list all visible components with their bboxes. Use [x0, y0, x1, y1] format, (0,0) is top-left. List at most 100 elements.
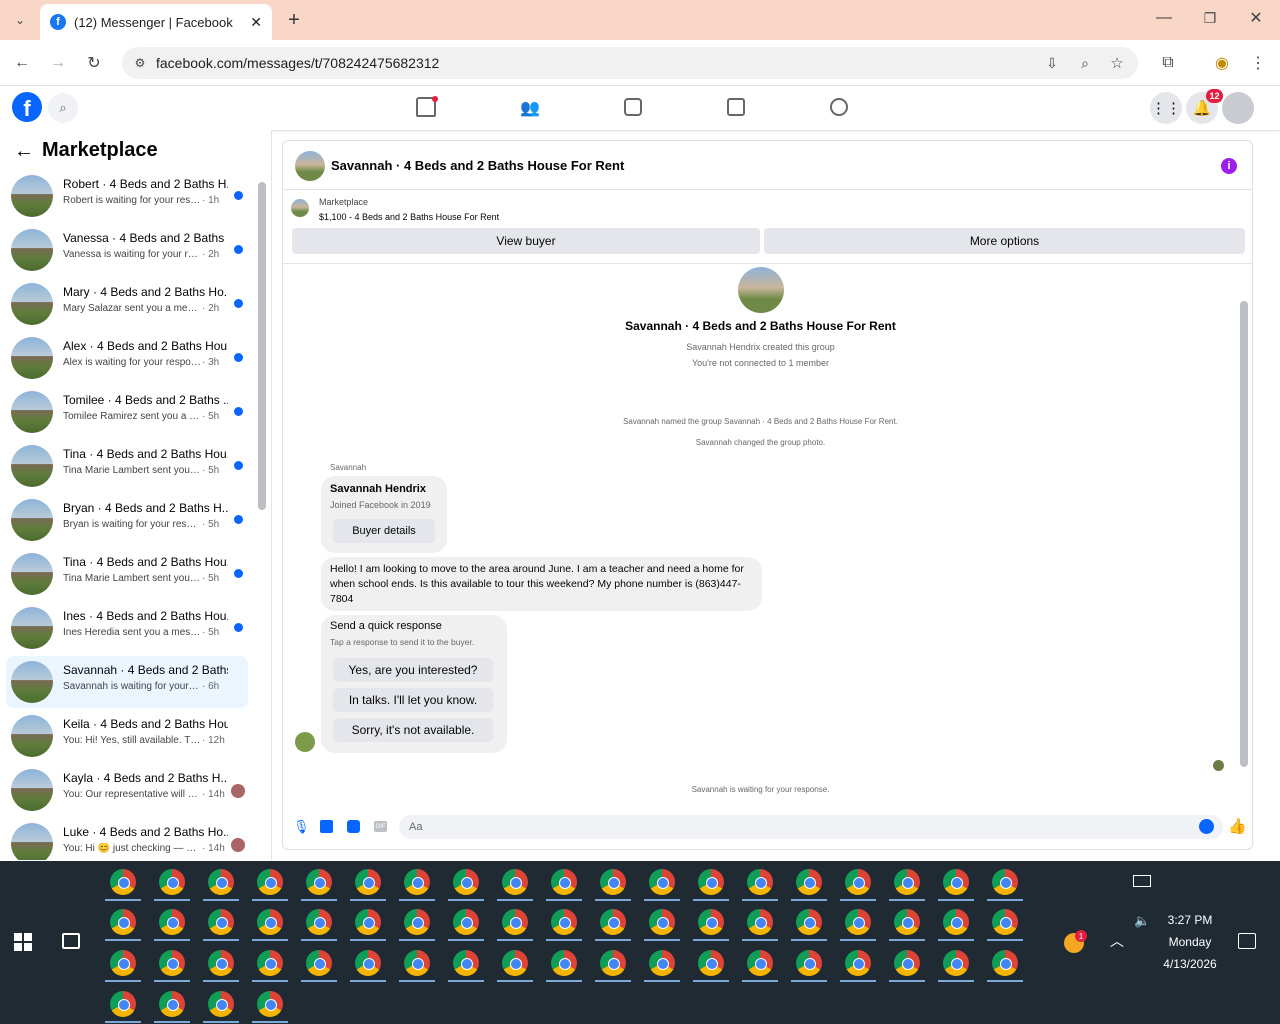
site-info-icon[interactable]: ⚙ — [132, 55, 148, 71]
taskbar-app-icon[interactable] — [649, 909, 675, 935]
tab-close-icon[interactable]: ✕ — [250, 14, 262, 31]
taskbar-app-icon[interactable] — [992, 869, 1018, 895]
listing-title[interactable]: $1,100 - 4 Beds and 2 Baths House For Re… — [319, 212, 499, 222]
taskbar-app-icon[interactable] — [306, 869, 332, 895]
search-icon[interactable]: ⌕ — [48, 93, 78, 123]
taskbar-app-icon[interactable] — [747, 869, 773, 895]
taskbar-app-icon[interactable] — [110, 991, 136, 1017]
taskbar-app-icon[interactable] — [159, 950, 185, 976]
quick-response-yes[interactable]: Yes, are you interested? — [333, 658, 493, 682]
view-buyer-button[interactable]: View buyer — [292, 228, 760, 254]
taskbar-app-icon[interactable] — [502, 909, 528, 935]
taskbar-app-icon[interactable] — [355, 869, 381, 895]
clock-day[interactable]: Monday — [1150, 935, 1230, 949]
forward-arrow-icon[interactable]: → — [46, 51, 70, 75]
back-arrow-icon[interactable]: ← — [14, 140, 34, 163]
volume-icon[interactable]: 🔈 — [1134, 913, 1150, 929]
conversation-item[interactable]: Robert · 4 Beds and 2 Baths H... Robert i… — [6, 170, 248, 222]
facebook-logo-icon[interactable]: f — [12, 92, 42, 122]
taskbar-app-icon[interactable] — [551, 950, 577, 976]
taskbar-app-icon[interactable] — [796, 869, 822, 895]
quick-response-not-available[interactable]: Sorry, it's not available. — [333, 718, 493, 742]
taskbar-app-icon[interactable] — [649, 950, 675, 976]
taskbar-app-icon[interactable] — [698, 869, 724, 895]
conversation-item[interactable]: Ines · 4 Beds and 2 Baths Hou... Ines Her… — [6, 602, 248, 654]
taskbar-app-icon[interactable] — [208, 909, 234, 935]
conversation-item[interactable]: Keila · 4 Beds and 2 Baths Hous... You: H… — [6, 710, 248, 762]
task-view-icon[interactable] — [62, 933, 80, 949]
friends-icon[interactable]: 👥 — [520, 98, 540, 117]
taskbar-app-icon[interactable] — [159, 991, 185, 1017]
quick-response-in-talks[interactable]: In talks. I'll let you know. — [333, 688, 493, 712]
photo-icon[interactable] — [320, 820, 333, 833]
new-tab-plus-icon[interactable]: + — [282, 8, 306, 32]
window-close-icon[interactable]: ✕ — [1244, 6, 1268, 30]
buyer-details-button[interactable]: Buyer details — [333, 519, 435, 543]
back-arrow-icon[interactable]: ← — [10, 51, 34, 75]
taskbar-app-icon[interactable] — [257, 869, 283, 895]
tab-list-chevron-icon[interactable]: ⌄ — [8, 8, 32, 32]
sidebar-scrollbar[interactable] — [258, 182, 266, 510]
conversation-item[interactable]: Tomilee · 4 Beds and 2 Baths ... Tomilee … — [6, 386, 248, 438]
zoom-icon[interactable]: ⌕ — [1075, 53, 1095, 73]
conversation-item[interactable]: Tina · 4 Beds and 2 Baths Hou... Tina Mar… — [6, 548, 248, 600]
clock-date[interactable]: 4/13/2026 — [1150, 957, 1230, 971]
taskbar-app-icon[interactable] — [992, 950, 1018, 976]
taskbar-app-icon[interactable] — [649, 869, 675, 895]
taskbar-app-icon[interactable] — [796, 909, 822, 935]
reload-icon[interactable]: ↻ — [82, 51, 106, 75]
browser-tab-messenger[interactable]: f (12) Messenger | Facebook ✕ — [40, 4, 272, 40]
extensions-puzzle-icon[interactable]: ⧉ — [1156, 51, 1180, 75]
taskbar-app-icon[interactable] — [110, 869, 136, 895]
browser-menu-icon[interactable]: ⋮ — [1246, 51, 1270, 75]
info-icon[interactable]: i — [1221, 158, 1237, 174]
taskbar-app-icon[interactable] — [110, 909, 136, 935]
taskbar-app-icon[interactable] — [551, 909, 577, 935]
taskbar-app-icon[interactable] — [943, 909, 969, 935]
conversation-item[interactable]: Kayla · 4 Beds and 2 Baths H... You: Our … — [6, 764, 248, 816]
taskbar-app-icon[interactable] — [845, 909, 871, 935]
conversation-item[interactable]: Mary · 4 Beds and 2 Baths Ho... Mary Sala… — [6, 278, 248, 330]
gif-icon[interactable]: GIF — [374, 821, 387, 832]
taskbar-app-icon[interactable] — [747, 950, 773, 976]
taskbar-app-icon[interactable] — [404, 950, 430, 976]
taskbar-app-icon[interactable] — [551, 869, 577, 895]
chat-scrollbar[interactable] — [1240, 301, 1248, 767]
taskbar-app-icon[interactable] — [257, 950, 283, 976]
taskbar-app-icon[interactable] — [600, 909, 626, 935]
taskbar-app-icon[interactable] — [159, 869, 185, 895]
taskbar-app-icon[interactable] — [355, 909, 381, 935]
groups-icon[interactable] — [830, 98, 848, 116]
windows-start-icon[interactable] — [14, 933, 32, 951]
taskbar-app-icon[interactable] — [943, 950, 969, 976]
clock-time[interactable]: 3:27 PM — [1150, 913, 1230, 927]
restore-icon[interactable]: ❐ — [1198, 6, 1222, 30]
taskbar-app-icon[interactable] — [110, 950, 136, 976]
notification-center-icon[interactable] — [1238, 933, 1256, 949]
menu-grid-icon[interactable]: ⋮⋮ — [1150, 92, 1182, 124]
microphone-icon[interactable]: 🎙 — [293, 819, 310, 835]
marketplace-icon[interactable] — [727, 98, 745, 116]
taskbar-app-icon[interactable] — [453, 869, 479, 895]
bookmark-star-icon[interactable]: ☆ — [1107, 53, 1127, 73]
network-icon[interactable] — [1133, 875, 1151, 887]
profile-icon[interactable]: ◉ — [1210, 51, 1234, 75]
taskbar-app-icon[interactable] — [600, 950, 626, 976]
taskbar-app-icon[interactable] — [355, 950, 381, 976]
taskbar-app-icon[interactable] — [208, 950, 234, 976]
address-bar[interactable]: ⚙ facebook.com/messages/t/70824247568231… — [122, 47, 1138, 79]
account-avatar[interactable] — [1222, 92, 1254, 124]
message-input[interactable]: Aa — [399, 815, 1223, 839]
conversation-item[interactable]: Alex · 4 Beds and 2 Baths Hou... Alex is … — [6, 332, 248, 384]
video-icon[interactable] — [624, 98, 642, 116]
sticker-icon[interactable] — [347, 820, 360, 833]
taskbar-app-icon[interactable] — [894, 950, 920, 976]
taskbar-app-icon[interactable] — [453, 950, 479, 976]
conversation-item[interactable]: Savannah · 4 Beds and 2 Baths ... Savanna… — [6, 656, 248, 708]
taskbar-app-icon[interactable] — [453, 909, 479, 935]
taskbar-app-icon[interactable] — [992, 909, 1018, 935]
conversation-item[interactable]: Tina · 4 Beds and 2 Baths Hou... Tina Mar… — [6, 440, 248, 492]
conversation-item[interactable]: Vanessa · 4 Beds and 2 Baths ... Vanessa … — [6, 224, 248, 276]
taskbar-app-icon[interactable] — [257, 991, 283, 1017]
emoji-icon[interactable] — [1199, 819, 1214, 834]
